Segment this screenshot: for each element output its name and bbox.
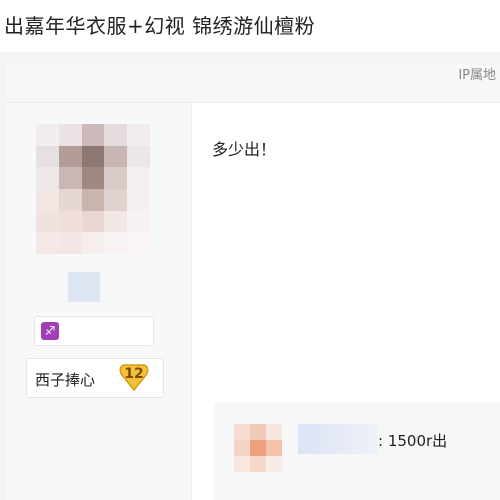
level-number: 12 xyxy=(124,366,144,382)
level-name: 西子捧心 xyxy=(35,371,96,389)
author-name-redacted[interactable] xyxy=(68,272,100,302)
level-heart-icon: 12 xyxy=(119,363,149,392)
post-content: 多少出！ xyxy=(212,140,277,159)
ip-location-label: IP属地 xyxy=(458,68,496,83)
thread-title: 出嘉年华衣服+幻视 锦绣游仙檀粉 xyxy=(4,14,316,38)
author-avatar[interactable] xyxy=(36,124,150,254)
author-badge-box[interactable]: ♐ xyxy=(34,316,154,346)
zodiac-badge-icon: ♐ xyxy=(41,322,59,340)
thread-title-bar: 出嘉年华衣服+幻视 锦绣游仙檀粉 xyxy=(0,0,500,52)
reply-author-redacted[interactable] xyxy=(298,424,378,454)
reply-avatar[interactable] xyxy=(234,424,282,472)
post-meta-strip: IP属地 xyxy=(6,64,500,103)
reply-content: : 1500r出 xyxy=(378,432,448,450)
author-level-box[interactable]: 西子捧心 12 xyxy=(26,358,164,398)
